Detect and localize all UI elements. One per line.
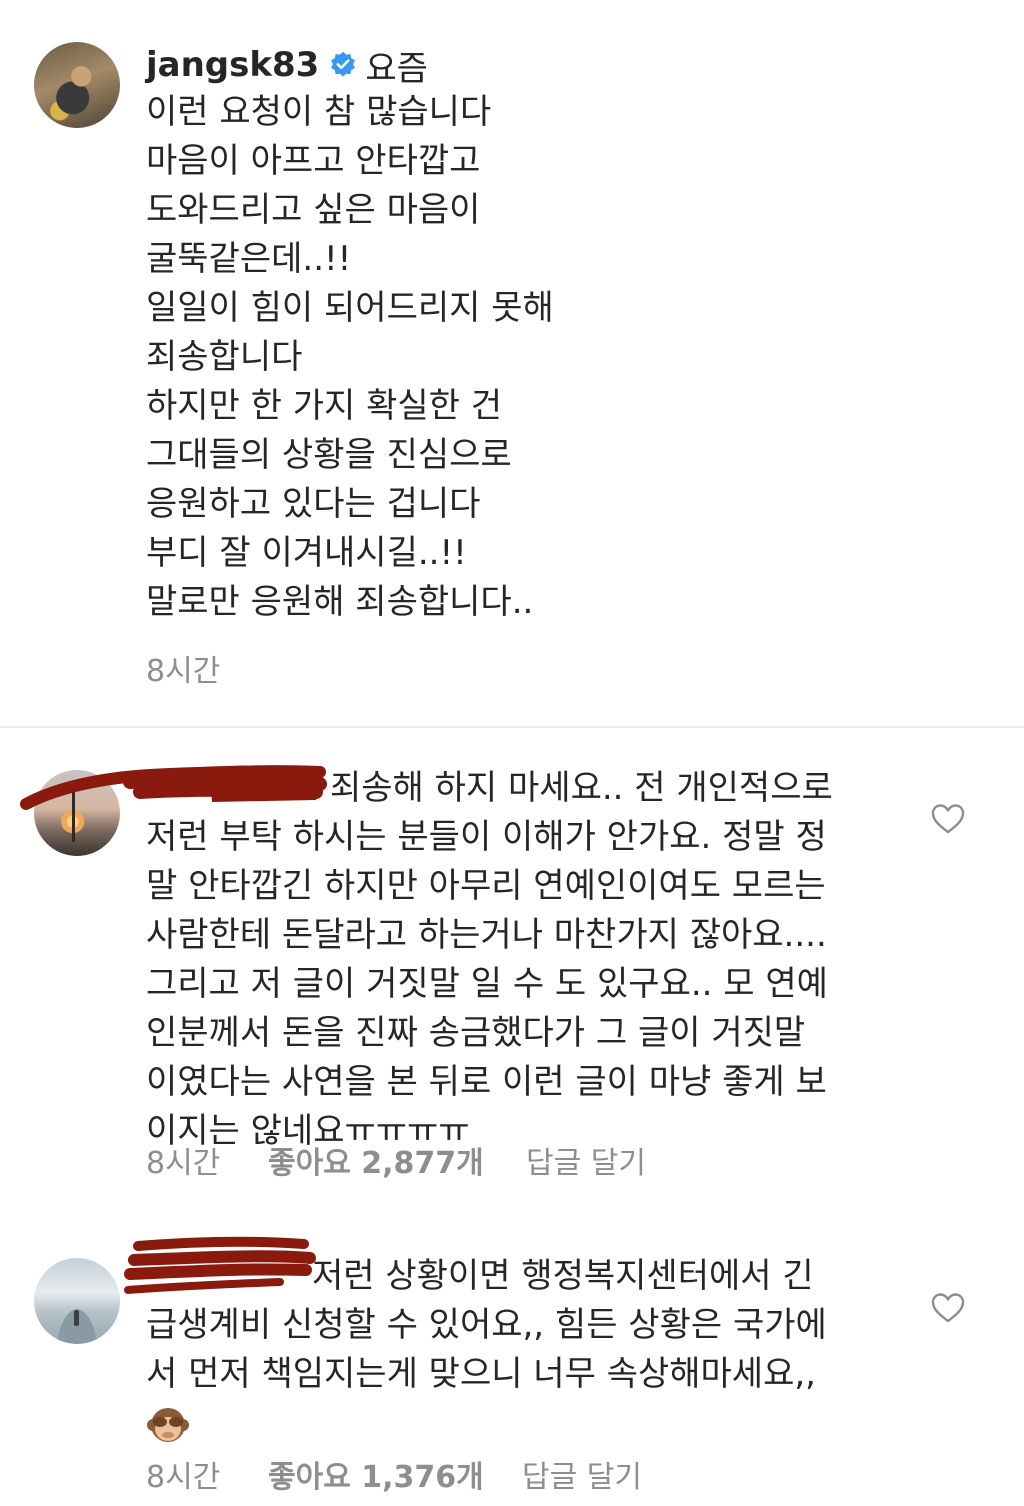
caption-line: 하지만 한 가지 확실한 건 — [146, 386, 503, 426]
post-caption: 이런 요청이 참 많습니다 마음이 아프고 안타깝고 도와드리고 싶은 마음이 … — [146, 88, 866, 627]
verified-badge-icon — [331, 51, 356, 77]
caption-line: 도와드리고 싶은 마음이 — [146, 190, 481, 230]
comment-line: 말 안타깝긴 하지만 아무리 연예인이여도 모르는 — [146, 866, 826, 906]
reply-button[interactable]: 답글 달기 — [526, 1138, 646, 1182]
caption-line: 마음이 아프고 안타깝고 — [146, 141, 481, 181]
post-author-avatar[interactable] — [34, 42, 120, 128]
comment-line: 급생계비 신청할 수 있어요,, 힘든 상황은 국가에 — [146, 1305, 827, 1345]
comment-emoji-line — [146, 1399, 866, 1459]
comment-line: 사람한테 돈달라고 하는거나 마찬가지 잖아요.... — [146, 915, 827, 955]
reply-button[interactable]: 답글 달기 — [522, 1452, 642, 1496]
post-header: jangsk83 요즘 — [146, 40, 428, 90]
comment-meta: 8시간 좋아요 2,877개 답글 달기 — [146, 1138, 646, 1182]
comment-likes[interactable]: 좋아요 1,376개 — [268, 1452, 522, 1496]
caption-line: 응원하고 있다는 겁니다 — [146, 484, 481, 524]
divider — [0, 726, 1024, 728]
comment-body: 저런 상황이면 행정복지센터에서 긴 급생계비 신청할 수 있어요,, 힘든 상… — [146, 1252, 866, 1459]
comment-line: 인분께서 돈을 진짜 송금했다가 그 글이 거짓말 — [146, 1013, 806, 1053]
comment-line: 저런 상황이면 행정복지센터에서 긴 — [312, 1256, 814, 1296]
caption-line: 말로만 응원해 죄송합니다.. — [146, 582, 534, 622]
post-time[interactable]: 8시간 — [146, 646, 220, 690]
caption-line: 죄송합니다 — [146, 337, 303, 377]
caption-line: 이런 요청이 참 많습니다 — [146, 92, 492, 132]
comment-line: 서 먼저 책임지는게 맞으니 너무 속상해마세요,, — [146, 1354, 816, 1394]
post-author-username[interactable]: jangsk83 — [146, 45, 319, 85]
caption-line: 부디 잘 이겨내시길..!! — [146, 533, 467, 573]
comment-meta: 8시간 좋아요 1,376개 답글 달기 — [146, 1452, 642, 1496]
caption-line: 그대들의 상황을 진심으로 — [146, 435, 512, 475]
post-time-label: 요즘 — [365, 48, 428, 89]
comment-body: 죄송해 하지 마세요.. 전 개인적으로 저런 부탁 하시는 분들이 이해가 안… — [146, 764, 866, 1156]
like-heart-icon[interactable] — [931, 1292, 965, 1324]
like-heart-icon[interactable] — [931, 803, 965, 835]
caption-line: 일일이 힘이 되어드리지 못해 — [146, 288, 554, 328]
comment-line: 죄송해 하지 마세요.. 전 개인적으로 — [330, 768, 833, 808]
comment-line: 그리고 저 글이 거짓말 일 수 도 있구요.. 모 연예 — [146, 964, 828, 1004]
post-meta: 8시간 — [146, 646, 220, 690]
comment-line: 이였다는 사연을 본 뒤로 이런 글이 마냥 좋게 보 — [146, 1062, 827, 1102]
see-no-evil-monkey-icon — [147, 1407, 189, 1442]
comment-time[interactable]: 8시간 — [146, 1452, 268, 1496]
comment-avatar[interactable] — [34, 1258, 120, 1344]
comment-time[interactable]: 8시간 — [146, 1138, 268, 1182]
comment-line: 저런 부탁 하시는 분들이 이해가 안가요. 정말 정 — [146, 817, 827, 857]
caption-line: 굴뚝같은데..!! — [146, 239, 352, 279]
comment-likes[interactable]: 좋아요 2,877개 — [268, 1138, 526, 1182]
